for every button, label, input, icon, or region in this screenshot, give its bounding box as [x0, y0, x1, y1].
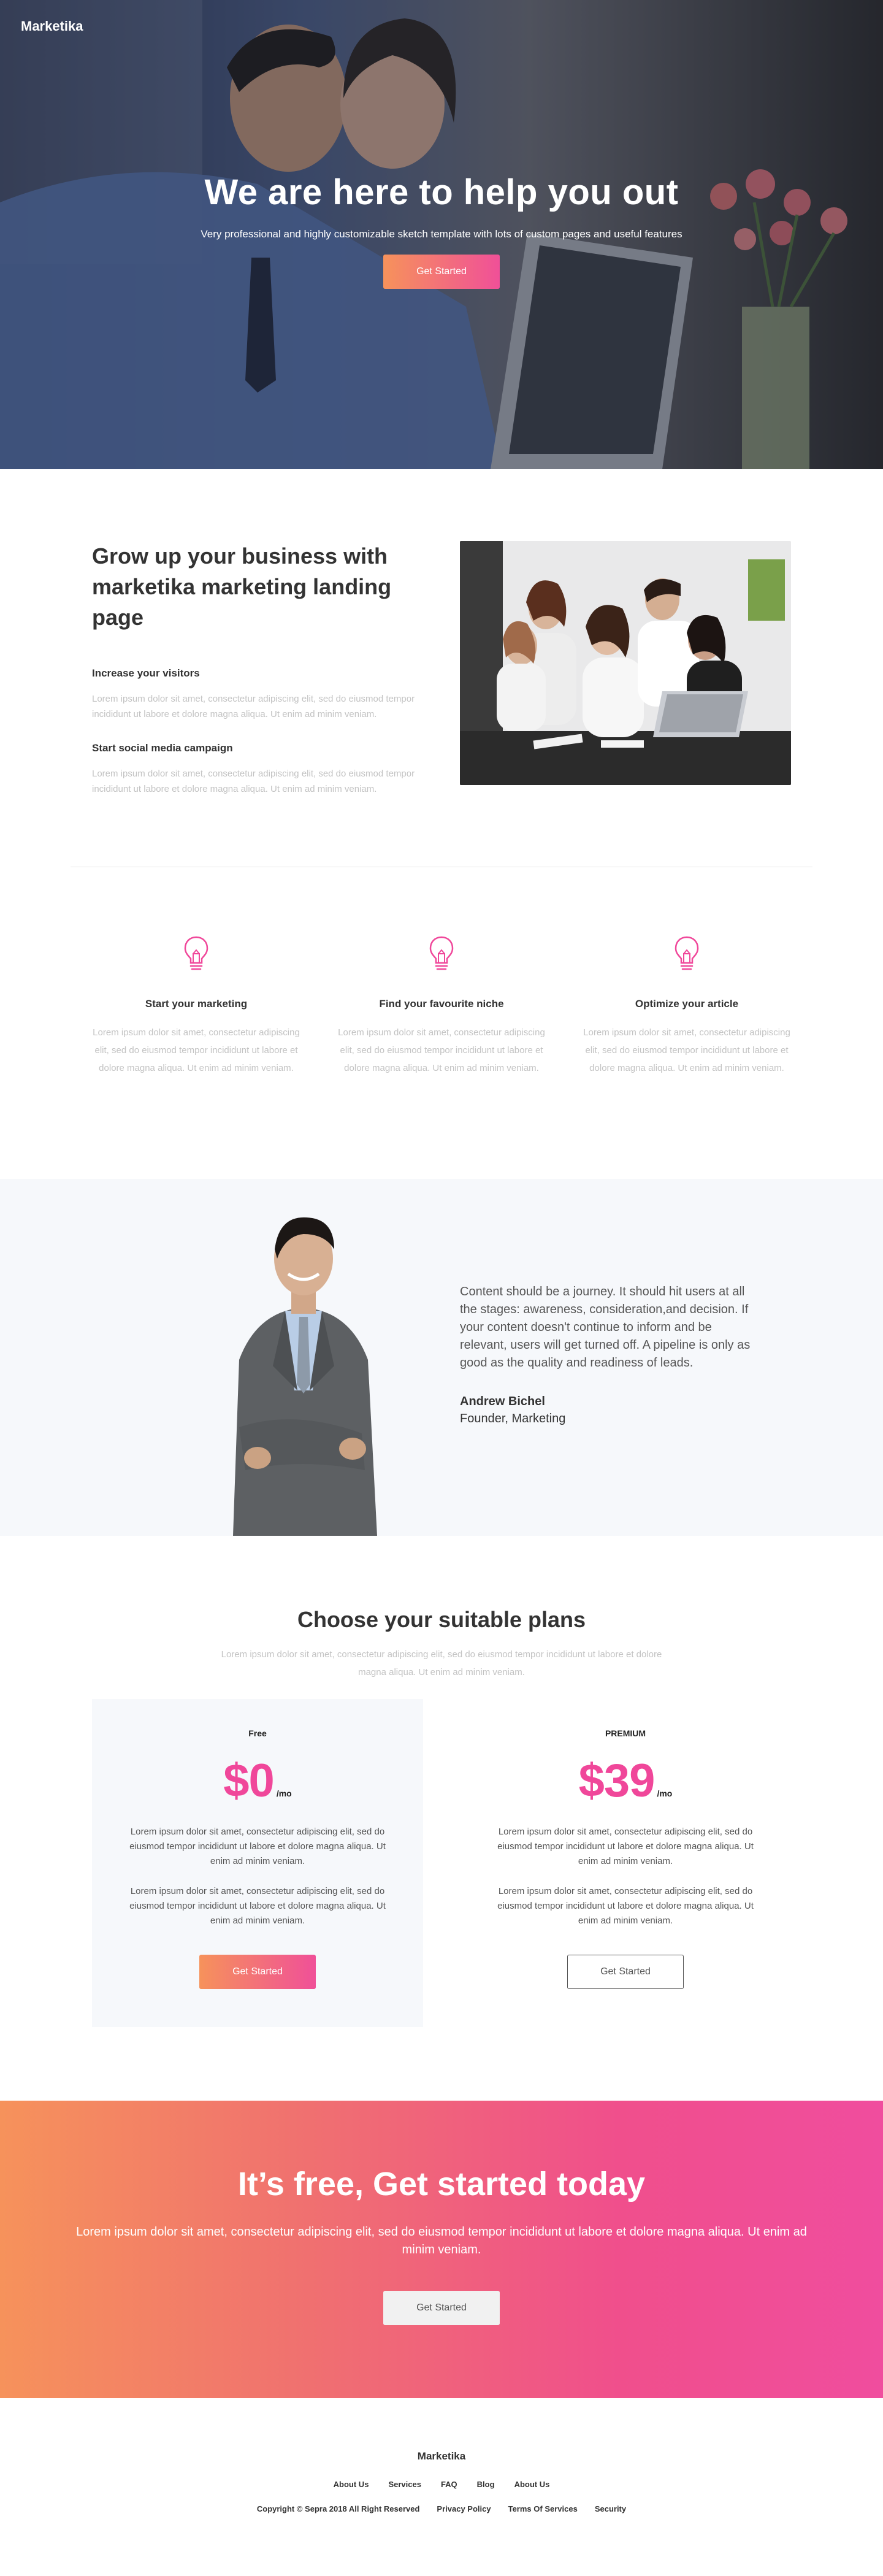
plan-price-period: /mo	[657, 1788, 673, 1798]
feature-text: Lorem ipsum dolor sit amet, consectetur …	[93, 1027, 300, 1073]
hero-section: Marketika We are here to help you out Ve…	[0, 0, 883, 469]
plan-description: Lorem ipsum dolor sit amet, consectetur …	[497, 1827, 754, 1866]
plan-card-premium: PREMIUM $39/mo Lorem ipsum dolor sit ame…	[460, 1699, 791, 2027]
feature-title: Optimize your article	[635, 998, 739, 1010]
testimonial-portrait	[233, 1217, 377, 1536]
feature-card-marketing: Start your marketing Lorem ipsum dolor s…	[92, 935, 300, 1077]
grow-section-title: Grow up your business with marketika mar…	[92, 543, 392, 630]
premium-plan-get-started-button[interactable]: Get Started	[567, 1955, 684, 1989]
footer-link-about-us[interactable]: About Us	[334, 2480, 369, 2489]
cta-text: Lorem ipsum dolor sit amet, consectetur …	[76, 2225, 807, 2256]
footer-logo[interactable]: Marketika	[0, 2450, 883, 2463]
plan-price-amount: $0	[223, 1755, 275, 1807]
feature-title: Start your marketing	[145, 998, 248, 1010]
feature-heading-social: Start social media campaign	[92, 742, 233, 754]
feature-heading-visitors: Increase your visitors	[92, 667, 200, 679]
hero-get-started-button[interactable]: Get Started	[383, 255, 500, 289]
feature-title: Find your favourite niche	[379, 998, 504, 1010]
lightbulb-icon	[429, 936, 454, 970]
plan-description: Lorem ipsum dolor sit amet, consectetur …	[129, 1886, 386, 1926]
plan-description: Lorem ipsum dolor sit amet, consectetur …	[497, 1886, 754, 1926]
footer-link-terms[interactable]: Terms Of Services	[508, 2504, 578, 2513]
plan-price-amount: $39	[578, 1755, 656, 1807]
plan-price-period: /mo	[276, 1788, 292, 1798]
footer-link-about-us-2[interactable]: About Us	[514, 2480, 550, 2489]
feature-text-social: Lorem ipsum dolor sit amet, consectetur …	[92, 769, 415, 794]
plans-subtitle: Lorem ipsum dolor sit amet, consectetur …	[221, 1649, 662, 1677]
lightbulb-icon	[675, 936, 699, 970]
plan-price: $39/mo	[460, 1754, 791, 1807]
hero-title: We are here to help you out	[204, 172, 679, 212]
plan-name: Free	[248, 1728, 267, 1738]
feature-text-visitors: Lorem ipsum dolor sit amet, consectetur …	[92, 694, 415, 719]
footer-legal: Copyright © Sepra 2018 All Right Reserve…	[0, 2504, 883, 2513]
team-photo	[460, 541, 791, 785]
feature-card-optimize: Optimize your article Lorem ipsum dolor …	[583, 935, 791, 1077]
testimonial-author-role: Founder, Marketing	[460, 1412, 566, 1425]
site-logo[interactable]: Marketika	[21, 18, 83, 34]
plan-price: $0/mo	[92, 1754, 423, 1807]
testimonial-author-name: Andrew Bichel	[460, 1395, 545, 1408]
plans-title: Choose your suitable plans	[297, 1607, 586, 1632]
free-plan-get-started-button[interactable]: Get Started	[199, 1955, 316, 1989]
feature-text: Lorem ipsum dolor sit amet, consectetur …	[338, 1027, 545, 1073]
footer-nav: About Us Services FAQ Blog About Us	[0, 2480, 883, 2489]
testimonial-section: Content should be a journey. It should h…	[0, 1179, 883, 1536]
plan-name: PREMIUM	[605, 1728, 646, 1738]
copyright-text: Copyright © Sepra 2018 All Right Reserve…	[256, 2504, 420, 2513]
plan-card-free: Free $0/mo Lorem ipsum dolor sit amet, c…	[92, 1699, 423, 2027]
lightbulb-icon	[184, 936, 208, 970]
feature-card-niche: Find your favourite niche Lorem ipsum do…	[337, 935, 546, 1077]
plan-description: Lorem ipsum dolor sit amet, consectetur …	[129, 1827, 386, 1866]
footer-link-services[interactable]: Services	[388, 2480, 421, 2489]
footer-link-blog[interactable]: Blog	[477, 2480, 495, 2489]
testimonial-quote: Content should be a journey. It should h…	[460, 1285, 751, 1370]
footer-link-security[interactable]: Security	[595, 2504, 626, 2513]
cta-title: It’s free, Get started today	[237, 2166, 646, 2202]
footer-link-faq[interactable]: FAQ	[441, 2480, 457, 2489]
feature-text: Lorem ipsum dolor sit amet, consectetur …	[583, 1027, 790, 1073]
footer-link-privacy-policy[interactable]: Privacy Policy	[437, 2504, 491, 2513]
cta-banner: It’s free, Get started today Lorem ipsum…	[0, 2101, 883, 2398]
hero-subtitle: Very professional and highly customizabl…	[201, 228, 682, 240]
cta-get-started-button[interactable]: Get Started	[383, 2291, 500, 2325]
